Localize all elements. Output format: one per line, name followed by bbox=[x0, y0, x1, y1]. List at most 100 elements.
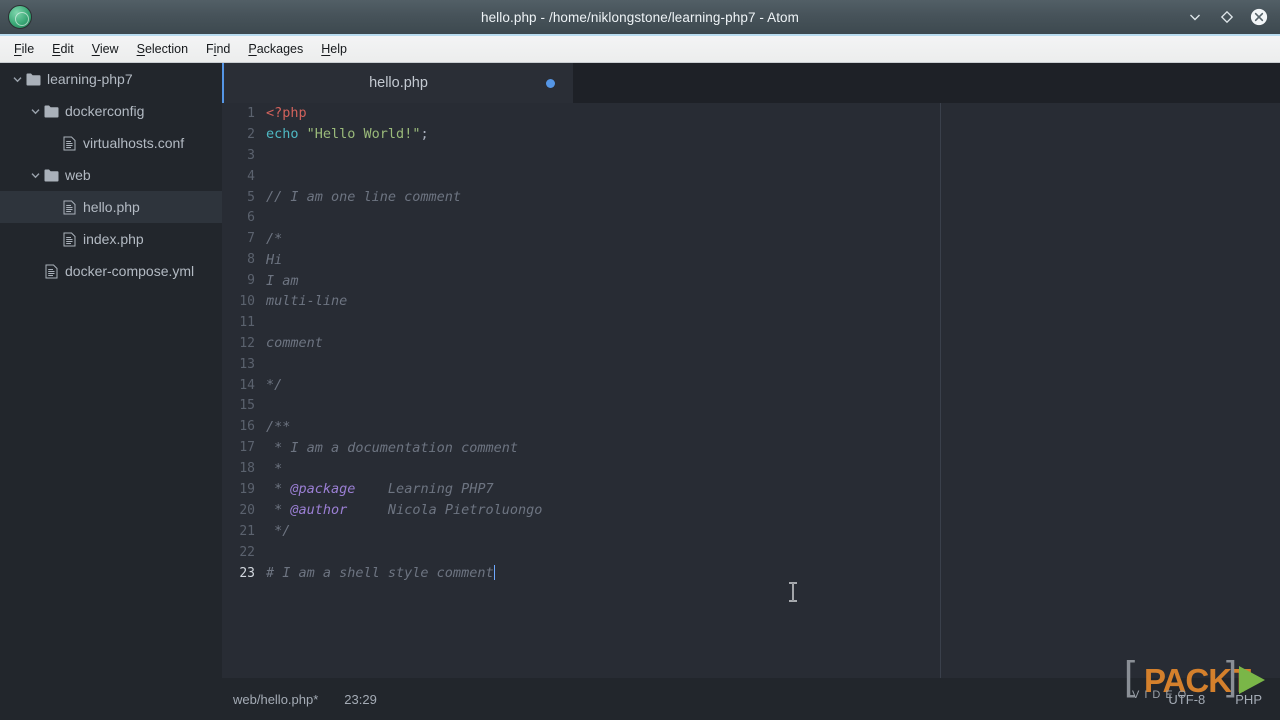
folder-icon bbox=[42, 169, 60, 182]
code-line[interactable]: 8 Hi bbox=[222, 249, 1280, 270]
line-number: 16 bbox=[239, 419, 255, 435]
code-line[interactable]: 2 echo "Hello World!"; bbox=[222, 124, 1280, 145]
minimize-button[interactable] bbox=[1186, 8, 1204, 26]
code-line[interactable]: 18 * bbox=[222, 458, 1280, 479]
tab-hello-php[interactable]: hello.php bbox=[222, 63, 573, 103]
tree-view-sidebar[interactable]: learning-php7 dockerconfig virtualhosts.co… bbox=[0, 63, 222, 720]
code-line[interactable]: 4 bbox=[222, 166, 1280, 187]
code-line[interactable]: 1 <?php bbox=[222, 103, 1280, 124]
mouse-text-cursor bbox=[789, 582, 797, 602]
menu-rest: election bbox=[144, 41, 189, 56]
code-token: * bbox=[266, 502, 291, 519]
status-cursor-position[interactable]: 23:29 bbox=[344, 692, 377, 707]
line-content: * @package Learning PHP7 bbox=[266, 481, 494, 498]
line-content: * I am a documentation comment bbox=[266, 440, 518, 456]
maximize-button[interactable] bbox=[1218, 8, 1236, 26]
code-token: // I am one line comment bbox=[266, 189, 462, 205]
sidebar-item-index-php[interactable]: index.php bbox=[0, 223, 222, 255]
sidebar-item-docker-compose-yml[interactable]: docker-compose.yml bbox=[0, 255, 222, 287]
sidebar-item-label: web bbox=[65, 167, 91, 183]
chevron-down-icon[interactable] bbox=[10, 76, 24, 83]
sidebar-item-dockerconfig[interactable]: dockerconfig bbox=[0, 95, 222, 127]
workspace: learning-php7 dockerconfig virtualhosts.co… bbox=[0, 63, 1280, 720]
close-button[interactable] bbox=[1250, 8, 1268, 26]
line-content: I am bbox=[266, 273, 299, 289]
status-file-path[interactable]: web/hello.php* bbox=[233, 692, 318, 707]
sidebar-item-label: docker-compose.yml bbox=[65, 263, 195, 279]
code-token: /* bbox=[266, 230, 283, 247]
line-number: 4 bbox=[247, 168, 255, 184]
code-line[interactable]: 19 * @package Learning PHP7 bbox=[222, 479, 1280, 500]
line-number: 23 bbox=[239, 565, 255, 581]
menu-mnemonic: P bbox=[248, 41, 257, 56]
menu-item-help[interactable]: Help bbox=[313, 39, 355, 60]
code-token: */ bbox=[266, 377, 283, 394]
line-number: 18 bbox=[239, 461, 255, 477]
code-line[interactable]: 21 */ bbox=[222, 521, 1280, 542]
status-grammar[interactable]: PHP bbox=[1235, 692, 1262, 707]
code-line[interactable]: 15 bbox=[222, 395, 1280, 416]
sidebar-item-hello-php[interactable]: hello.php bbox=[0, 191, 222, 223]
menu-item-packages[interactable]: Packages bbox=[240, 39, 311, 60]
code-line[interactable]: 14 */ bbox=[222, 375, 1280, 396]
status-bar: web/hello.php* 23:29 UTF-8 PHP bbox=[222, 678, 1280, 720]
code-editor[interactable]: 1 <?php 2 echo "Hello World!"; 3 4 5 // I am on… bbox=[222, 103, 1280, 678]
menu-item-view[interactable]: View bbox=[84, 39, 127, 60]
sidebar-item-learning-php7[interactable]: learning-php7 bbox=[0, 63, 222, 95]
file-icon bbox=[60, 200, 78, 215]
status-encoding[interactable]: UTF-8 bbox=[1168, 692, 1205, 707]
code-token: Learning PHP7 bbox=[355, 481, 494, 498]
menu-item-edit[interactable]: Edit bbox=[44, 39, 82, 60]
line-number: 17 bbox=[239, 440, 255, 456]
chevron-down-icon[interactable] bbox=[28, 108, 42, 115]
menu-mnemonic: F bbox=[14, 41, 22, 56]
status-right-group: UTF-8 PHP bbox=[1168, 692, 1280, 707]
code-line[interactable]: 16 /** bbox=[222, 416, 1280, 437]
line-number: 10 bbox=[239, 293, 255, 309]
sidebar-item-web[interactable]: web bbox=[0, 159, 222, 191]
menu-item-find[interactable]: Find bbox=[198, 39, 238, 60]
file-icon bbox=[60, 232, 78, 247]
code-line[interactable]: 9 I am bbox=[222, 270, 1280, 291]
line-number: 12 bbox=[239, 335, 255, 351]
modified-indicator-icon[interactable] bbox=[546, 79, 555, 88]
atom-icon bbox=[8, 5, 32, 29]
code-line[interactable]: 20 * @author Nicola Pietroluongo bbox=[222, 500, 1280, 521]
code-line[interactable]: 12 comment bbox=[222, 333, 1280, 354]
code-line[interactable]: 6 bbox=[222, 207, 1280, 228]
code-line[interactable]: 17 * I am a documentation comment bbox=[222, 437, 1280, 458]
code-token: I am bbox=[266, 272, 299, 289]
editor-pane: hello.php 1 <?php 2 echo "Hello World!"; 3 4 5… bbox=[222, 63, 1280, 678]
code-line[interactable]: 11 bbox=[222, 312, 1280, 333]
code-token: /** bbox=[266, 418, 291, 435]
code-line[interactable]: 10 multi-line bbox=[222, 291, 1280, 312]
menu-rest: iew bbox=[99, 41, 119, 56]
line-number: 14 bbox=[239, 377, 255, 393]
line-number: 22 bbox=[239, 544, 255, 560]
code-line[interactable]: 23 # I am a shell style comment bbox=[222, 563, 1280, 584]
code-token: * bbox=[266, 460, 283, 477]
sidebar-item-label: dockerconfig bbox=[65, 103, 145, 119]
line-number: 5 bbox=[247, 189, 255, 205]
code-line[interactable]: 5 // I am one line comment bbox=[222, 187, 1280, 208]
code-line[interactable]: 22 bbox=[222, 542, 1280, 563]
window-title: hello.php - /home/niklongstone/learning-… bbox=[480, 9, 800, 25]
line-number: 6 bbox=[247, 210, 255, 226]
line-content: comment bbox=[266, 335, 323, 351]
menu-rest: dit bbox=[60, 41, 74, 56]
menu-item-file[interactable]: File bbox=[6, 39, 42, 60]
code-line[interactable]: 3 bbox=[222, 145, 1280, 166]
menu-rest: elp bbox=[330, 41, 347, 56]
code-token: comment bbox=[266, 335, 323, 352]
file-icon bbox=[42, 264, 60, 279]
line-number: 21 bbox=[239, 523, 255, 539]
line-content: multi-line bbox=[266, 293, 347, 309]
code-line[interactable]: 13 bbox=[222, 354, 1280, 375]
sidebar-item-label: hello.php bbox=[83, 199, 140, 215]
menu-item-selection[interactable]: Selection bbox=[129, 39, 196, 60]
sidebar-item-virtualhosts-conf[interactable]: virtualhosts.conf bbox=[0, 127, 222, 159]
text-caret bbox=[493, 565, 496, 581]
code-line[interactable]: 7 /* bbox=[222, 228, 1280, 249]
chevron-down-icon[interactable] bbox=[28, 172, 42, 179]
